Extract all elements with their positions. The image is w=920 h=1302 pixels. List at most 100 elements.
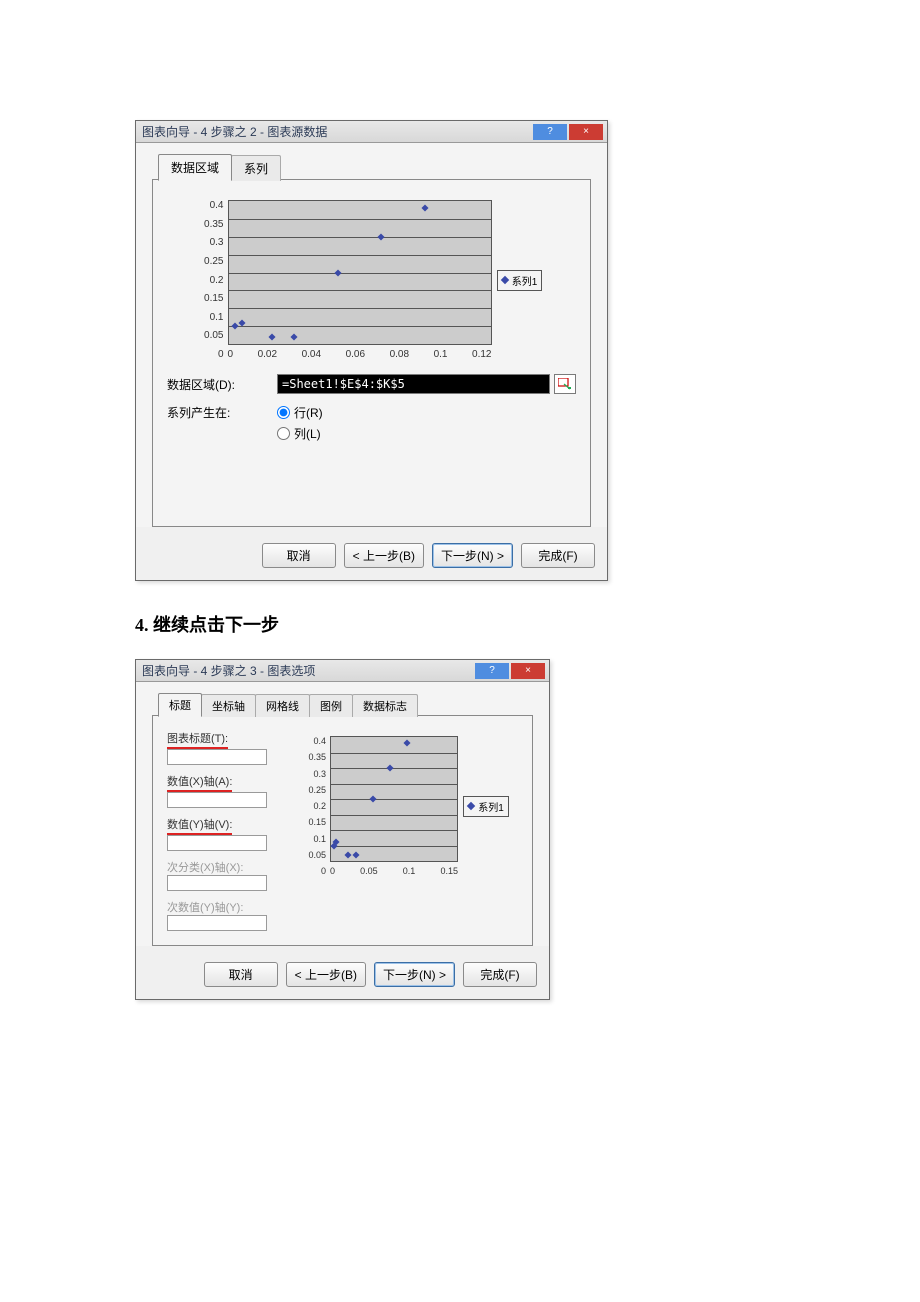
chart-title-input[interactable] <box>167 749 267 765</box>
y-tick-label: 0 <box>196 349 224 360</box>
chart-preview: 0.40.350.30.250.20.150.10.050 00.020.040… <box>192 194 552 364</box>
y-tick-label: 0.2 <box>196 275 224 286</box>
legend: 系列1 <box>463 796 509 817</box>
x-tick-label: 0.05 <box>360 866 378 876</box>
x-tick-label: 0 <box>228 349 234 360</box>
y-tick-label: 0 <box>302 866 326 876</box>
secondary-val-input <box>167 915 267 931</box>
y-tick-label: 0.4 <box>302 736 326 746</box>
data-point <box>344 851 351 858</box>
chart-wizard-step2-dialog: 图表向导 - 4 步骤之 2 - 图表源数据 ? × 数据区域 系列 0.4 0.… <box>135 120 608 581</box>
help-button[interactable]: ? <box>475 663 509 679</box>
y-tick-label: 0.25 <box>196 256 224 267</box>
close-icon: × <box>525 665 531 676</box>
y-tick-label: 0.15 <box>302 817 326 827</box>
dialog-title: 图表向导 - 4 步骤之 3 - 图表选项 <box>142 662 473 679</box>
x-axis-label: 数值(X)轴(A): <box>167 773 232 792</box>
data-point <box>238 319 245 326</box>
tab-titles[interactable]: 标题 <box>158 693 202 717</box>
back-button[interactable]: < 上一步(B) <box>344 543 424 568</box>
finish-button[interactable]: 完成(F) <box>463 962 537 987</box>
legend-marker-icon <box>467 802 475 810</box>
tab-gridlines[interactable]: 网格线 <box>255 694 310 717</box>
chart-preview: 0.4 0.35 0.3 0.25 0.2 0.15 0.1 0.05 0 0 0.05 0.1 0.… <box>298 730 518 880</box>
data-point <box>290 333 297 340</box>
data-point <box>353 851 360 858</box>
radio-cols-input[interactable] <box>277 427 290 440</box>
question-icon: ? <box>489 665 495 676</box>
radio-rows[interactable]: 行(R) <box>277 404 323 421</box>
back-button[interactable]: < 上一步(B) <box>286 962 366 987</box>
tab-legend[interactable]: 图例 <box>309 694 353 717</box>
data-point <box>378 233 385 240</box>
question-icon: ? <box>547 126 553 137</box>
range-picker-button[interactable] <box>554 374 576 394</box>
legend: 系列1 <box>497 270 543 291</box>
chart-wizard-step3-dialog: 图表向导 - 4 步骤之 3 - 图表选项 ? × 标题 坐标轴 网格线 图例 … <box>135 659 550 1000</box>
tab-data-range[interactable]: 数据区域 <box>158 154 232 181</box>
chart-title-label: 图表标题(T): <box>167 730 228 749</box>
close-icon: × <box>583 126 589 137</box>
data-point <box>403 740 410 747</box>
y-tick-label: 0.05 <box>302 850 326 860</box>
x-tick-label: 0.04 <box>302 349 321 360</box>
data-range-label: 数据区域(D): <box>167 376 277 393</box>
x-tick-label: 0.02 <box>258 349 277 360</box>
y-tick-label: 0.35 <box>302 752 326 762</box>
y-tick-label: 0.05 <box>196 330 224 341</box>
x-tick-label: 0.1 <box>434 349 448 360</box>
close-button[interactable]: × <box>569 124 603 140</box>
tab-series[interactable]: 系列 <box>231 155 281 181</box>
data-point <box>369 795 376 802</box>
x-tick-label: 0.1 <box>403 866 416 876</box>
finish-button[interactable]: 完成(F) <box>521 543 595 568</box>
x-tick-label: 0.15 <box>440 866 458 876</box>
secondary-val-label: 次数值(Y)轴(Y): <box>167 902 243 914</box>
y-tick-label: 0.1 <box>196 312 224 323</box>
y-tick-label: 0.3 <box>196 237 224 248</box>
secondary-cat-label: 次分类(X)轴(X): <box>167 862 243 874</box>
tab-data-labels[interactable]: 数据标志 <box>352 694 418 717</box>
next-button[interactable]: 下一步(N) > <box>374 962 455 987</box>
y-tick-label: 0.4 <box>196 200 224 211</box>
secondary-cat-input <box>167 875 267 891</box>
titlebar[interactable]: 图表向导 - 4 步骤之 2 - 图表源数据 ? × <box>136 121 607 143</box>
y-axis-input[interactable] <box>167 835 267 851</box>
data-point <box>232 323 239 330</box>
close-button[interactable]: × <box>511 663 545 679</box>
y-tick-label: 0.25 <box>302 785 326 795</box>
cancel-button[interactable]: 取消 <box>204 962 278 987</box>
cancel-button[interactable]: 取消 <box>262 543 336 568</box>
tab-axes[interactable]: 坐标轴 <box>201 694 256 717</box>
data-point <box>269 333 276 340</box>
x-tick-label: 0.06 <box>346 349 365 360</box>
x-tick-label: 0 <box>330 866 335 876</box>
tab-panel-data-range: 0.40.350.30.250.20.150.10.050 00.020.040… <box>152 179 591 527</box>
data-point <box>421 205 428 212</box>
data-point <box>386 764 393 771</box>
legend-marker-icon <box>500 276 508 284</box>
radio-cols-label: 列(L) <box>294 425 321 442</box>
y-tick-label: 0.2 <box>302 801 326 811</box>
legend-series-label: 系列1 <box>512 273 538 288</box>
y-tick-label: 0.1 <box>302 834 326 844</box>
help-button[interactable]: ? <box>533 124 567 140</box>
y-axis-label: 数值(Y)轴(V): <box>167 816 232 835</box>
range-collapse-icon <box>558 378 572 390</box>
x-tick-label: 0.08 <box>390 349 409 360</box>
data-point <box>334 269 341 276</box>
step-caption: 4. 继续点击下一步 <box>135 611 785 637</box>
titlebar[interactable]: 图表向导 - 4 步骤之 3 - 图表选项 ? × <box>136 660 549 682</box>
radio-cols[interactable]: 列(L) <box>277 425 323 442</box>
radio-rows-label: 行(R) <box>294 404 323 421</box>
x-axis-input[interactable] <box>167 792 267 808</box>
radio-rows-input[interactable] <box>277 406 290 419</box>
y-tick-label: 0.3 <box>302 769 326 779</box>
y-tick-label: 0.15 <box>196 293 224 304</box>
series-in-label: 系列产生在: <box>167 404 277 421</box>
data-range-input[interactable] <box>277 374 550 394</box>
next-button[interactable]: 下一步(N) > <box>432 543 513 568</box>
legend-series-label: 系列1 <box>478 799 504 814</box>
dialog-title: 图表向导 - 4 步骤之 2 - 图表源数据 <box>142 123 531 140</box>
x-tick-label: 0.12 <box>472 349 491 360</box>
